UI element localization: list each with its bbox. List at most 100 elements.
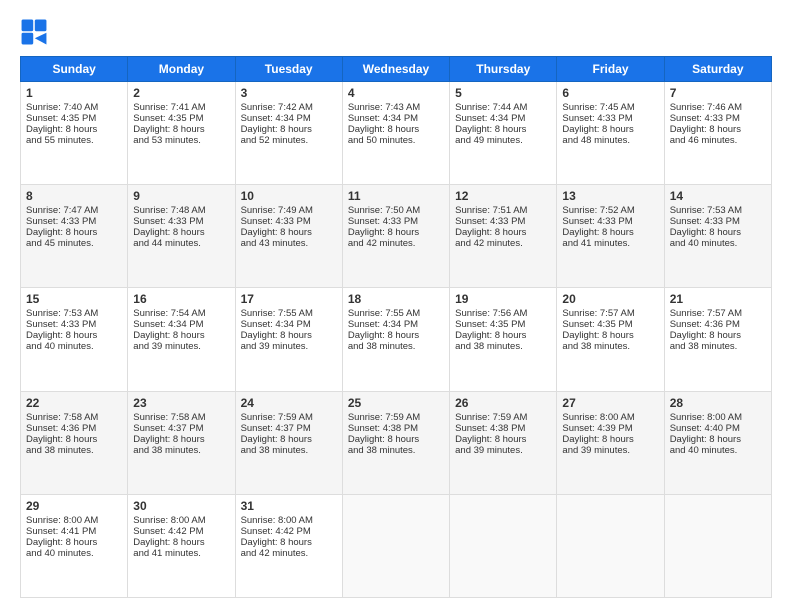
calendar-cell: 19Sunrise: 7:56 AMSunset: 4:35 PMDayligh…	[450, 288, 557, 391]
day-number: 9	[133, 189, 229, 203]
day-info: Sunset: 4:37 PM	[133, 423, 229, 434]
day-info: Sunrise: 7:48 AM	[133, 205, 229, 216]
logo	[20, 18, 52, 46]
day-info: Daylight: 8 hours	[133, 537, 229, 548]
calendar-cell: 20Sunrise: 7:57 AMSunset: 4:35 PMDayligh…	[557, 288, 664, 391]
calendar-header-row: SundayMondayTuesdayWednesdayThursdayFrid…	[21, 57, 772, 82]
day-info: Sunrise: 7:44 AM	[455, 102, 551, 113]
calendar-cell: 26Sunrise: 7:59 AMSunset: 4:38 PMDayligh…	[450, 391, 557, 494]
day-info: and 44 minutes.	[133, 238, 229, 249]
day-info: and 40 minutes.	[26, 548, 122, 559]
day-info: Daylight: 8 hours	[26, 330, 122, 341]
calendar-cell: 25Sunrise: 7:59 AMSunset: 4:38 PMDayligh…	[342, 391, 449, 494]
day-number: 6	[562, 86, 658, 100]
day-info: Sunset: 4:33 PM	[455, 216, 551, 227]
day-info: Sunset: 4:34 PM	[241, 319, 337, 330]
day-number: 2	[133, 86, 229, 100]
day-info: Sunrise: 7:52 AM	[562, 205, 658, 216]
day-info: Sunrise: 7:50 AM	[348, 205, 444, 216]
calendar-week-2: 8Sunrise: 7:47 AMSunset: 4:33 PMDaylight…	[21, 185, 772, 288]
calendar-cell: 11 Sunrise: 7:50 AMSunset: 4:33 PMDayligh…	[342, 185, 449, 288]
calendar-cell: 23Sunrise: 7:58 AMSunset: 4:37 PMDayligh…	[128, 391, 235, 494]
day-info: Sunset: 4:33 PM	[26, 216, 122, 227]
day-number: 19	[455, 292, 551, 306]
day-info: and 52 minutes.	[241, 135, 337, 146]
day-number: 30	[133, 499, 229, 513]
calendar-week-4: 22Sunrise: 7:58 AMSunset: 4:36 PMDayligh…	[21, 391, 772, 494]
day-info: Daylight: 8 hours	[241, 227, 337, 238]
calendar-cell: 10Sunrise: 7:49 AMSunset: 4:33 PMDayligh…	[235, 185, 342, 288]
day-info: Sunset: 4:34 PM	[241, 113, 337, 124]
day-number: 14	[670, 189, 766, 203]
day-info: Sunrise: 7:40 AM	[26, 102, 122, 113]
day-number: 5	[455, 86, 551, 100]
day-info: Sunset: 4:33 PM	[241, 216, 337, 227]
day-info: Sunrise: 7:45 AM	[562, 102, 658, 113]
day-info: and 38 minutes.	[670, 341, 766, 352]
day-info: Sunset: 4:36 PM	[670, 319, 766, 330]
day-info: Sunset: 4:38 PM	[455, 423, 551, 434]
day-info: and 39 minutes.	[133, 341, 229, 352]
day-info: and 38 minutes.	[562, 341, 658, 352]
day-info: and 41 minutes.	[562, 238, 658, 249]
day-info: Sunrise: 7:58 AM	[133, 412, 229, 423]
day-info: Sunset: 4:35 PM	[26, 113, 122, 124]
day-info: Sunset: 4:33 PM	[562, 113, 658, 124]
day-info: Sunset: 4:42 PM	[133, 526, 229, 537]
day-number: 18	[348, 292, 444, 306]
day-number: 13	[562, 189, 658, 203]
day-number: 4	[348, 86, 444, 100]
day-info: and 38 minutes.	[348, 445, 444, 456]
calendar-cell: 22Sunrise: 7:58 AMSunset: 4:36 PMDayligh…	[21, 391, 128, 494]
calendar-cell: 29Sunrise: 8:00 AMSunset: 4:41 PMDayligh…	[21, 494, 128, 597]
calendar-cell: 9Sunrise: 7:48 AMSunset: 4:33 PMDaylight…	[128, 185, 235, 288]
day-info: Daylight: 8 hours	[26, 227, 122, 238]
calendar-week-5: 29Sunrise: 8:00 AMSunset: 4:41 PMDayligh…	[21, 494, 772, 597]
day-info: Daylight: 8 hours	[348, 227, 444, 238]
day-info: and 41 minutes.	[133, 548, 229, 559]
day-info: and 38 minutes.	[348, 341, 444, 352]
day-info: Sunrise: 7:56 AM	[455, 308, 551, 319]
calendar-cell	[450, 494, 557, 597]
calendar-cell: 21Sunrise: 7:57 AMSunset: 4:36 PMDayligh…	[664, 288, 771, 391]
day-info: Sunrise: 8:00 AM	[133, 515, 229, 526]
day-info: and 42 minutes.	[241, 548, 337, 559]
day-info: Daylight: 8 hours	[133, 330, 229, 341]
day-info: Daylight: 8 hours	[455, 124, 551, 135]
day-number: 21	[670, 292, 766, 306]
day-info: Sunset: 4:39 PM	[562, 423, 658, 434]
day-info: Sunrise: 7:43 AM	[348, 102, 444, 113]
day-info: and 38 minutes.	[241, 445, 337, 456]
day-info: Daylight: 8 hours	[241, 330, 337, 341]
day-info: and 53 minutes.	[133, 135, 229, 146]
day-info: Sunrise: 7:41 AM	[133, 102, 229, 113]
day-info: Sunrise: 7:59 AM	[455, 412, 551, 423]
calendar-cell: 6Sunrise: 7:45 AMSunset: 4:33 PMDaylight…	[557, 82, 664, 185]
day-info: and 38 minutes.	[26, 445, 122, 456]
day-info: and 40 minutes.	[26, 341, 122, 352]
day-info: and 43 minutes.	[241, 238, 337, 249]
day-info: and 50 minutes.	[348, 135, 444, 146]
day-info: and 42 minutes.	[348, 238, 444, 249]
day-number: 11	[348, 189, 444, 203]
day-number: 23	[133, 396, 229, 410]
day-info: and 39 minutes.	[241, 341, 337, 352]
day-info: Sunset: 4:34 PM	[133, 319, 229, 330]
day-info: Daylight: 8 hours	[562, 227, 658, 238]
calendar-cell	[557, 494, 664, 597]
day-info: and 40 minutes.	[670, 445, 766, 456]
day-info: and 46 minutes.	[670, 135, 766, 146]
calendar-cell: 16Sunrise: 7:54 AMSunset: 4:34 PMDayligh…	[128, 288, 235, 391]
calendar-cell: 8Sunrise: 7:47 AMSunset: 4:33 PMDaylight…	[21, 185, 128, 288]
day-info: Sunset: 4:33 PM	[562, 216, 658, 227]
day-info: and 40 minutes.	[670, 238, 766, 249]
day-info: Daylight: 8 hours	[670, 330, 766, 341]
calendar-cell: 13 Sunrise: 7:52 AMSunset: 4:33 PMDayligh…	[557, 185, 664, 288]
day-info: and 49 minutes.	[455, 135, 551, 146]
day-number: 3	[241, 86, 337, 100]
day-number: 24	[241, 396, 337, 410]
calendar-cell	[342, 494, 449, 597]
day-info: Sunset: 4:33 PM	[348, 216, 444, 227]
day-info: Daylight: 8 hours	[562, 330, 658, 341]
day-number: 8	[26, 189, 122, 203]
